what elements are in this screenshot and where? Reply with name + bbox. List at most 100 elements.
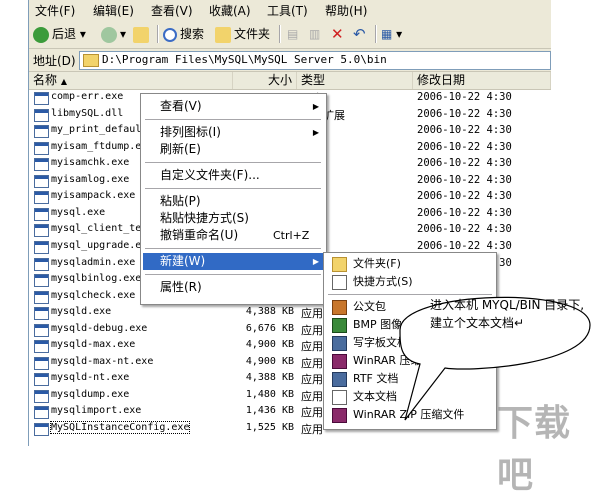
- file-type: 应用: [301, 423, 323, 436]
- column-size[interactable]: 大小: [233, 72, 297, 89]
- ctx-refresh[interactable]: 刷新(E): [143, 141, 324, 158]
- file-size: 4,900 KB: [245, 339, 294, 351]
- back-button[interactable]: 后退 ▾: [33, 24, 86, 44]
- file-type: 应用: [301, 389, 323, 403]
- search-label: 搜索: [180, 27, 205, 41]
- views-icon: ▦: [381, 27, 393, 41]
- file-name: mysqlbinlog.exe: [51, 273, 142, 285]
- file-name: mysqldump.exe: [51, 388, 130, 400]
- file-type: 应用: [301, 373, 323, 387]
- ctx-paste[interactable]: 粘贴(P): [143, 193, 324, 210]
- up-button[interactable]: [133, 24, 152, 44]
- chevron-right-icon: ▶: [312, 128, 319, 137]
- ctx-view[interactable]: 查看(V) ▶: [143, 98, 324, 115]
- file-name: mysql_upgrade.ex: [51, 239, 148, 251]
- file-size: 4,388 KB: [245, 372, 294, 384]
- menu-help[interactable]: 帮助(H): [325, 2, 367, 19]
- delete-icon[interactable]: ✕: [331, 24, 344, 44]
- ctx-new-label: 新建(W): [160, 254, 206, 268]
- exe-file-icon: [34, 108, 49, 122]
- address-bar: 地址(D) D:\Program Files\MySQL\MySQL Serve…: [29, 49, 551, 72]
- file-size: 6,676 KB: [245, 322, 294, 334]
- ctx-paste-shortcut[interactable]: 粘贴快捷方式(S): [143, 210, 324, 227]
- ctx-properties-label: 属性(R): [160, 280, 202, 294]
- file-name: mysqld-nt.exe: [51, 372, 130, 384]
- wordpad-icon: [332, 336, 347, 351]
- back-label: 后退: [52, 27, 77, 41]
- file-name: mysqlcheck.exe: [51, 289, 136, 301]
- exe-file-icon: [34, 174, 49, 188]
- new-wordpad[interactable]: 写字板文档: [326, 334, 494, 352]
- ctx-customize-folder[interactable]: 自定义文件夹(F)...: [143, 167, 324, 184]
- column-date[interactable]: 修改日期: [413, 72, 551, 89]
- ctx-properties[interactable]: 属性(R): [143, 279, 324, 296]
- callout-text: 进入本机 MYQL/BIN 目录下,建立个文本文档↵: [430, 298, 585, 330]
- exe-file-icon: [34, 207, 49, 221]
- file-name: mysqld-debug.exe: [51, 322, 148, 334]
- file-type: 应用: [301, 323, 323, 337]
- ctx-new[interactable]: 新建(W) ▶: [143, 253, 324, 270]
- file-size: 4,388 KB: [245, 306, 294, 318]
- address-input[interactable]: D:\Program Files\MySQL\MySQL Server 5.0\…: [79, 51, 551, 70]
- ctx-customize-label: 自定义文件夹(F)...: [160, 168, 260, 182]
- new-rtf[interactable]: RTF 文档: [326, 370, 494, 388]
- bmp-image-icon: [332, 318, 347, 333]
- folders-button[interactable]: 文件夹: [215, 24, 270, 44]
- file-date: 2006-10-22 4:30: [417, 107, 512, 120]
- toolbar: 后退 ▾ ▾ 搜索 文件夹 ▤ ▥ ✕ ↶ ▦ ▾: [29, 20, 551, 49]
- file-date: 2006-10-22 4:30: [417, 190, 512, 203]
- menu-favorites[interactable]: 收藏(A): [209, 2, 251, 19]
- move-to-icon[interactable]: ▤: [287, 24, 298, 44]
- menu-view[interactable]: 查看(V): [151, 2, 193, 19]
- file-date: 2006-10-22 4:30: [417, 223, 512, 236]
- file-name: mysql_client_tes: [51, 223, 148, 235]
- chevron-right-icon: ▶: [312, 102, 319, 111]
- file-type: 应用: [301, 356, 323, 370]
- file-name: myisampack.exe: [51, 190, 136, 202]
- ctx-arrange-label: 排列图标(I): [160, 125, 221, 139]
- file-size: 1,525 KB: [245, 422, 294, 433]
- file-date: 2006-10-22 4:30: [417, 173, 512, 186]
- new-winrar-zip[interactable]: WinRAR ZIP 压缩文件: [326, 406, 494, 424]
- new-shortcut[interactable]: 快捷方式(S): [326, 273, 494, 291]
- menu-file[interactable]: 文件(F): [35, 2, 75, 19]
- column-type[interactable]: 类型: [297, 72, 413, 89]
- file-type: 应用: [301, 307, 323, 321]
- column-name[interactable]: 名称 ▲: [29, 72, 233, 89]
- search-icon: [163, 27, 177, 42]
- exe-file-icon: [34, 125, 49, 139]
- file-size: 1,436 KB: [245, 405, 294, 417]
- ctx-undo-label: 撤销重命名(U): [160, 228, 239, 242]
- briefcase-icon: [332, 300, 347, 315]
- ctx-arrange-icons[interactable]: 排列图标(I) ▶: [143, 124, 324, 141]
- ctx-paste-label: 粘贴(P): [160, 194, 201, 208]
- copy-to-icon[interactable]: ▥: [309, 24, 320, 44]
- undo-icon[interactable]: ↶: [353, 24, 366, 44]
- up-folder-icon: [133, 26, 149, 43]
- shortcut-icon: [332, 275, 347, 290]
- file-size: 4,900 KB: [245, 355, 294, 367]
- exe-file-icon: [34, 290, 49, 304]
- file-date: 2006-10-22 4:30: [417, 239, 512, 252]
- menu-edit[interactable]: 编辑(E): [93, 2, 134, 19]
- new-folder[interactable]: 文件夹(F): [326, 255, 494, 273]
- folder-icon: [215, 26, 231, 43]
- views-button[interactable]: ▦ ▾: [381, 24, 402, 44]
- menu-tools[interactable]: 工具(T): [267, 2, 308, 19]
- column-header: 名称 ▲ 大小 类型 修改日期: [29, 72, 551, 90]
- ctx-undo-rename[interactable]: 撤销重命名(U) Ctrl+Z: [143, 227, 324, 244]
- file-type: 应用: [301, 406, 323, 420]
- exe-file-icon: [34, 158, 49, 172]
- exe-file-icon: [34, 389, 49, 403]
- exe-file-icon: [34, 240, 49, 254]
- new-text-label: 文本文档: [353, 390, 397, 403]
- file-type: 应用: [301, 340, 323, 354]
- forward-button[interactable]: ▾: [101, 24, 126, 44]
- new-text-document[interactable]: 文本文档: [326, 388, 494, 406]
- watermark: 下载吧: [497, 403, 572, 496]
- file-name: my_print_defaul: [51, 124, 142, 136]
- new-winrar[interactable]: WinRAR 压缩文件: [326, 352, 494, 370]
- search-button[interactable]: 搜索: [163, 24, 204, 44]
- ctx-paste-shortcut-label: 粘贴快捷方式(S): [160, 211, 249, 225]
- exe-file-icon: [34, 257, 49, 271]
